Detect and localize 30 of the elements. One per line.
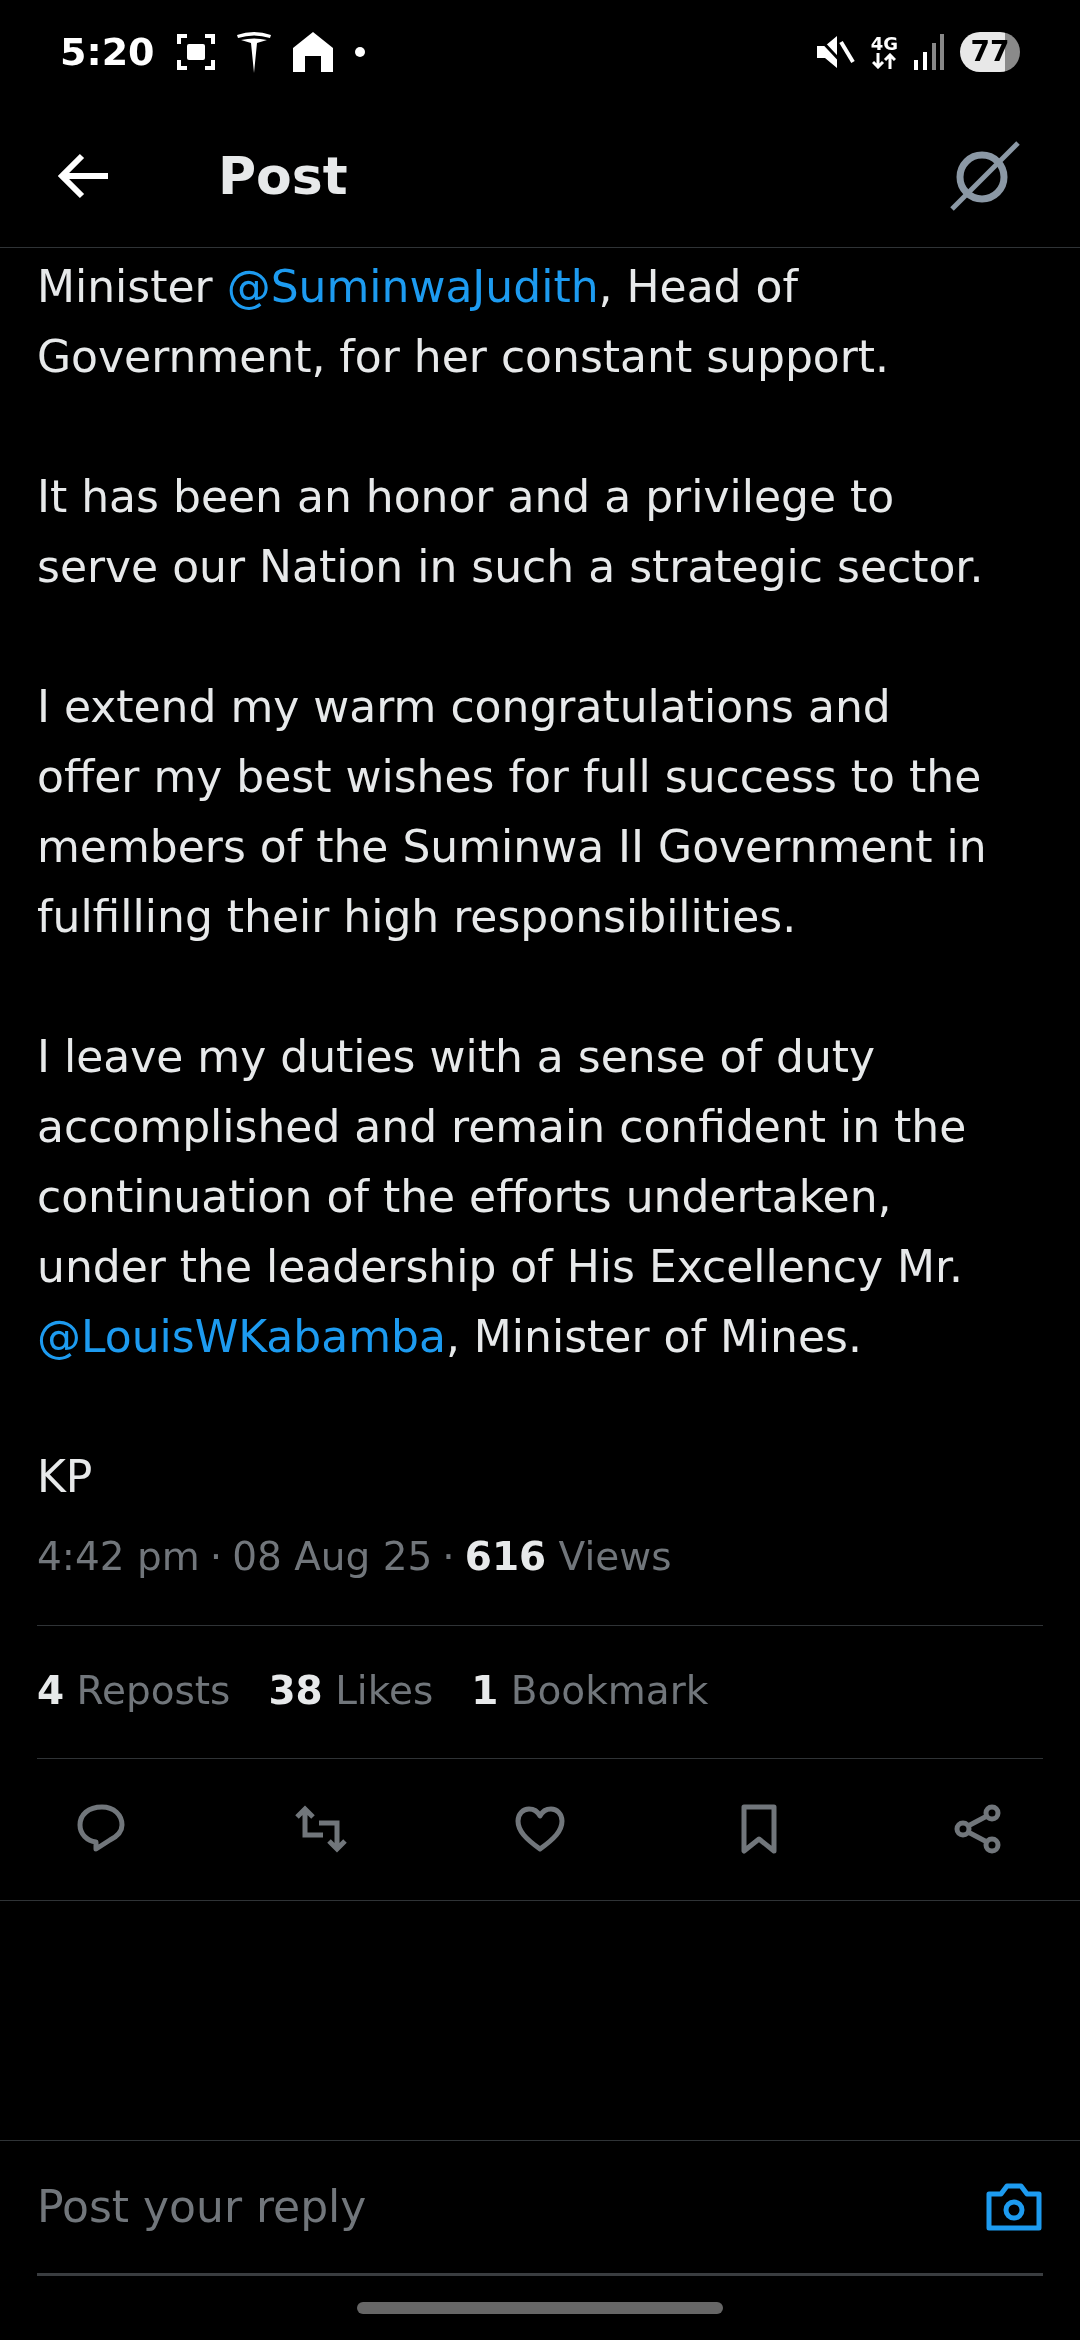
reply-input[interactable]: Post your reply bbox=[37, 2174, 837, 2240]
post-paragraph: It has been an honor and a privilege to serve our Nation in such a strategic sector. bbox=[37, 470, 985, 594]
home-icon bbox=[292, 32, 333, 72]
post-paragraph: Minister @SuminwaJudith, Head of Government, for her constant support. bbox=[37, 260, 891, 384]
separator-dot: · bbox=[209, 1533, 223, 1581]
page-title: Post bbox=[218, 144, 348, 208]
mention-link[interactable]: @SuminwaJudith bbox=[226, 261, 599, 312]
back-button[interactable] bbox=[58, 152, 110, 199]
views-count[interactable]: 616 Views bbox=[464, 1528, 672, 1587]
stat-link[interactable]: 4 Reposts bbox=[37, 1662, 231, 1721]
slashed-circle-icon bbox=[948, 138, 1022, 213]
back-arrow-icon bbox=[58, 152, 110, 199]
separator-dot: · bbox=[442, 1533, 455, 1581]
stat-link[interactable]: 38 Likes bbox=[268, 1662, 434, 1721]
network-type: 4G bbox=[870, 35, 898, 53]
data-arrows-icon bbox=[872, 53, 897, 69]
camera-button[interactable] bbox=[985, 2182, 1043, 2232]
post-time: 4:42 pm bbox=[37, 1533, 200, 1581]
post-date: 08 Aug 25 bbox=[232, 1533, 433, 1581]
post-paragraph: I extend my warm congratulations and offer my best wishes for full success to the members of the Suminwa II Government in fulfilling their high responsibilities. bbox=[37, 680, 988, 944]
battery-indicator: 77 bbox=[960, 32, 1020, 72]
post-paragraph: KP bbox=[37, 1450, 94, 1504]
stat-link[interactable]: 1 Bookmark bbox=[471, 1662, 709, 1721]
status-time: 5:20 bbox=[60, 28, 155, 76]
screenshot-icon bbox=[176, 34, 215, 70]
camera-icon bbox=[985, 2182, 1043, 2232]
post-paragraph: I leave my duties with a sense of duty accomplished and remain confident in the continuation of the efforts undertaken, under the leadership of His Excellency Mr. @LouisWKabamba, Minister of Mines. bbox=[37, 1030, 968, 1364]
signal-icon bbox=[914, 34, 944, 70]
grok-button[interactable] bbox=[948, 138, 1022, 213]
mention-link[interactable]: @LouisWKabamba bbox=[37, 1311, 446, 1362]
